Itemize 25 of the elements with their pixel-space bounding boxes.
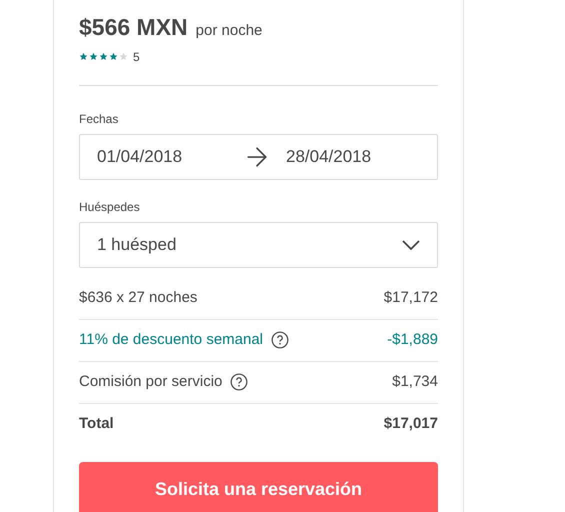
line-item-amount: $1,734 — [392, 372, 438, 392]
star-icon — [89, 52, 98, 61]
check-out-date[interactable]: 28/04/2018 — [286, 144, 372, 170]
star-icon — [109, 52, 118, 61]
review-count: 5 — [133, 48, 140, 66]
chevron-down-icon — [402, 240, 420, 250]
question-icon[interactable] — [230, 373, 248, 391]
guests-select[interactable]: 1 huésped — [79, 222, 438, 268]
nightly-price: $566 MXN — [79, 13, 188, 42]
star-icon — [99, 52, 108, 61]
line-item-label: Comisión por servicio — [79, 372, 222, 392]
line-item-amount: $17,017 — [384, 414, 438, 434]
star-icon — [119, 52, 128, 61]
line-item-label: $636 x 27 noches — [79, 288, 198, 308]
date-range-field[interactable]: 01/04/2018 28/04/2018 — [79, 134, 438, 180]
question-icon[interactable] — [271, 331, 290, 349]
line-item-amount: -$1,889 — [387, 330, 438, 350]
price-unit: por noche — [196, 21, 262, 41]
line-item-amount: $17,172 — [384, 288, 438, 308]
line-item-label: Total — [79, 414, 114, 434]
line-item-label: 11% de descuento semanal — [79, 330, 264, 350]
check-in-date[interactable]: 01/04/2018 — [97, 144, 242, 170]
star-icon — [79, 52, 88, 61]
field-label: Fechas — [79, 110, 120, 128]
field-label: Huéspedes — [79, 198, 141, 216]
